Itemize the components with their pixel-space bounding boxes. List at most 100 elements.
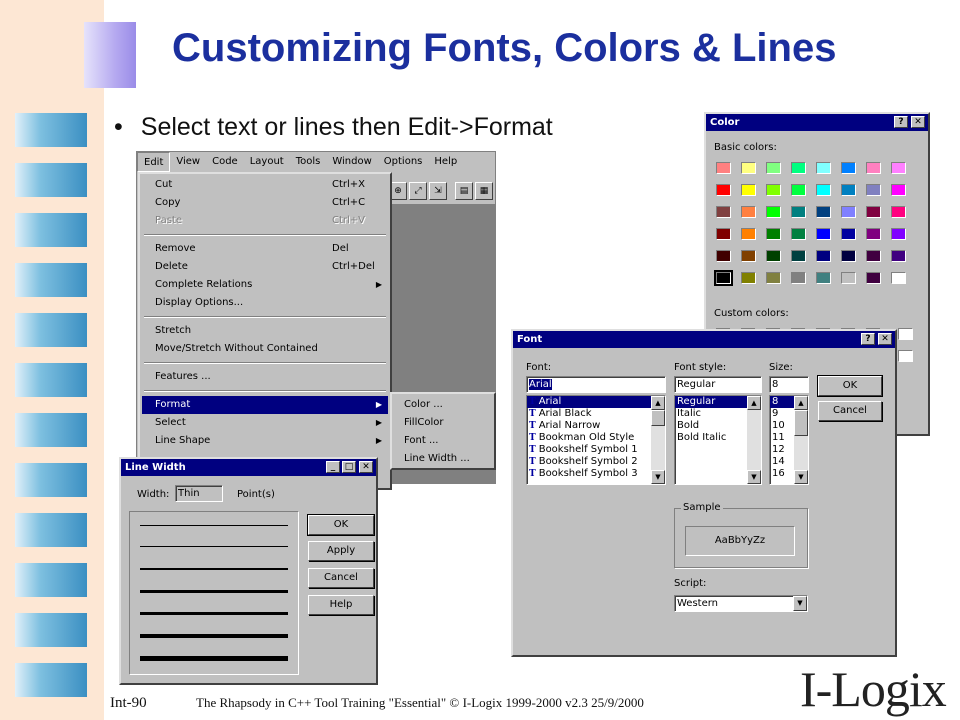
scrollbar[interactable]: ▲ ▼: [794, 396, 808, 484]
color-swatch[interactable]: [891, 250, 906, 262]
color-swatch[interactable]: [741, 272, 756, 284]
menu-item-display-options[interactable]: Display Options...: [142, 294, 388, 312]
color-swatch[interactable]: [841, 206, 856, 218]
minimize-icon[interactable]: _: [326, 461, 340, 473]
list-item[interactable]: T Arial Narrow: [527, 420, 665, 432]
list-item[interactable]: T Arial: [527, 396, 665, 408]
scroll-up-icon[interactable]: ▲: [651, 396, 665, 410]
scrollbar[interactable]: ▲ ▼: [747, 396, 761, 484]
color-swatch[interactable]: [716, 206, 731, 218]
menu-help[interactable]: Help: [428, 152, 463, 172]
color-swatch[interactable]: [791, 272, 806, 284]
color-swatch[interactable]: [816, 228, 831, 240]
script-select[interactable]: Western ▼: [674, 595, 808, 612]
help-icon[interactable]: ?: [894, 116, 908, 128]
cancel-button[interactable]: Cancel: [308, 568, 374, 588]
color-swatch[interactable]: [891, 272, 906, 284]
font-name-field[interactable]: Arial: [526, 376, 666, 393]
custom-color-swatch[interactable]: [898, 328, 913, 340]
line-sample[interactable]: [140, 546, 288, 547]
color-swatch[interactable]: [816, 272, 831, 284]
color-swatch[interactable]: [791, 162, 806, 174]
maximize-icon[interactable]: □: [342, 461, 356, 473]
apply-button[interactable]: Apply: [308, 541, 374, 561]
line-sample[interactable]: [140, 612, 288, 615]
list-item[interactable]: 8: [770, 396, 794, 408]
menu-tools[interactable]: Tools: [290, 152, 327, 172]
color-swatch[interactable]: [716, 228, 731, 240]
color-swatch[interactable]: [766, 184, 781, 196]
menu-item-delete[interactable]: Delete Ctrl+Del: [142, 258, 388, 276]
color-swatch[interactable]: [741, 206, 756, 218]
help-icon[interactable]: ?: [861, 333, 875, 345]
color-swatch[interactable]: [766, 206, 781, 218]
submenu-item-color[interactable]: Color ...: [394, 396, 492, 414]
menu-window[interactable]: Window: [326, 152, 377, 172]
menu-view[interactable]: View: [170, 152, 206, 172]
menu-item-format[interactable]: Format ▶: [142, 396, 388, 414]
browser-icon[interactable]: ▦: [475, 182, 493, 200]
scroll-thumb[interactable]: [651, 410, 665, 426]
scroll-thumb[interactable]: [794, 410, 808, 436]
menu-item-copy[interactable]: Copy Ctrl+C: [142, 194, 388, 212]
color-swatch[interactable]: [791, 184, 806, 196]
custom-color-swatch[interactable]: [898, 350, 913, 362]
color-swatch[interactable]: [716, 162, 731, 174]
scroll-down-icon[interactable]: ▼: [651, 470, 665, 484]
color-swatch[interactable]: [816, 184, 831, 196]
help-button[interactable]: Help: [308, 595, 374, 615]
line-sample[interactable]: [140, 656, 288, 661]
menu-item-line-shape[interactable]: Line Shape ▶: [142, 432, 388, 450]
color-swatch[interactable]: [891, 184, 906, 196]
ok-button[interactable]: OK: [307, 514, 375, 536]
color-swatch[interactable]: [741, 184, 756, 196]
close-icon[interactable]: ✕: [878, 333, 892, 345]
color-swatch[interactable]: [716, 184, 731, 196]
list-item[interactable]: T Arial Black: [527, 408, 665, 420]
color-swatch[interactable]: [841, 272, 856, 284]
color-swatch[interactable]: [741, 250, 756, 262]
color-swatch[interactable]: [741, 162, 756, 174]
line-sample[interactable]: [140, 525, 288, 526]
color-swatch[interactable]: [766, 250, 781, 262]
scroll-down-icon[interactable]: ▼: [747, 470, 761, 484]
font-style-field[interactable]: Regular: [674, 376, 762, 393]
submenu-item-fillcolor[interactable]: FillColor: [394, 414, 492, 432]
fit-icon[interactable]: ⤢: [409, 182, 427, 200]
menu-options[interactable]: Options: [378, 152, 429, 172]
color-swatch[interactable]: [741, 228, 756, 240]
color-swatch[interactable]: [866, 250, 881, 262]
close-icon[interactable]: ✕: [911, 116, 925, 128]
menu-item-move-stretch[interactable]: Move/Stretch Without Contained: [142, 340, 388, 358]
menu-item-remove[interactable]: Remove Del: [142, 240, 388, 258]
font-size-list[interactable]: 8 9 10 11 12 14 16 ▲ ▼: [769, 395, 809, 485]
color-swatch[interactable]: [866, 162, 881, 174]
list-item[interactable]: Regular: [675, 396, 747, 408]
color-swatch[interactable]: [841, 250, 856, 262]
menu-code[interactable]: Code: [206, 152, 244, 172]
color-swatch[interactable]: [714, 270, 733, 286]
menu-item-features[interactable]: Features ...: [142, 368, 388, 386]
submenu-item-font[interactable]: Font ...: [394, 432, 492, 450]
select-icon[interactable]: ⇲: [429, 182, 447, 200]
font-style-list[interactable]: Regular Italic Bold Bold Italic ▲ ▼: [674, 395, 762, 485]
color-swatch[interactable]: [866, 184, 881, 196]
color-swatch[interactable]: [866, 272, 881, 284]
menu-edit[interactable]: Edit: [137, 152, 171, 172]
close-icon[interactable]: ✕: [359, 461, 373, 473]
scroll-up-icon[interactable]: ▲: [794, 396, 808, 410]
color-swatch[interactable]: [816, 250, 831, 262]
color-swatch[interactable]: [816, 206, 831, 218]
color-swatch[interactable]: [841, 162, 856, 174]
submenu-item-line-width[interactable]: Line Width ...: [394, 450, 492, 468]
menu-layout[interactable]: Layout: [244, 152, 290, 172]
list-item[interactable]: T Bookman Old Style: [527, 432, 665, 444]
list-item[interactable]: T Bookshelf Symbol 2: [527, 456, 665, 468]
line-sample[interactable]: [140, 568, 288, 570]
scroll-down-icon[interactable]: ▼: [794, 470, 808, 484]
menu-item-cut[interactable]: Cut Ctrl+X: [142, 176, 388, 194]
list-item[interactable]: T Bookshelf Symbol 1: [527, 444, 665, 456]
color-swatch[interactable]: [791, 250, 806, 262]
font-list[interactable]: T Arial T Arial Black T Arial Narrow T Bookm…: [526, 395, 666, 485]
menu-item-select[interactable]: Select ▶: [142, 414, 388, 432]
